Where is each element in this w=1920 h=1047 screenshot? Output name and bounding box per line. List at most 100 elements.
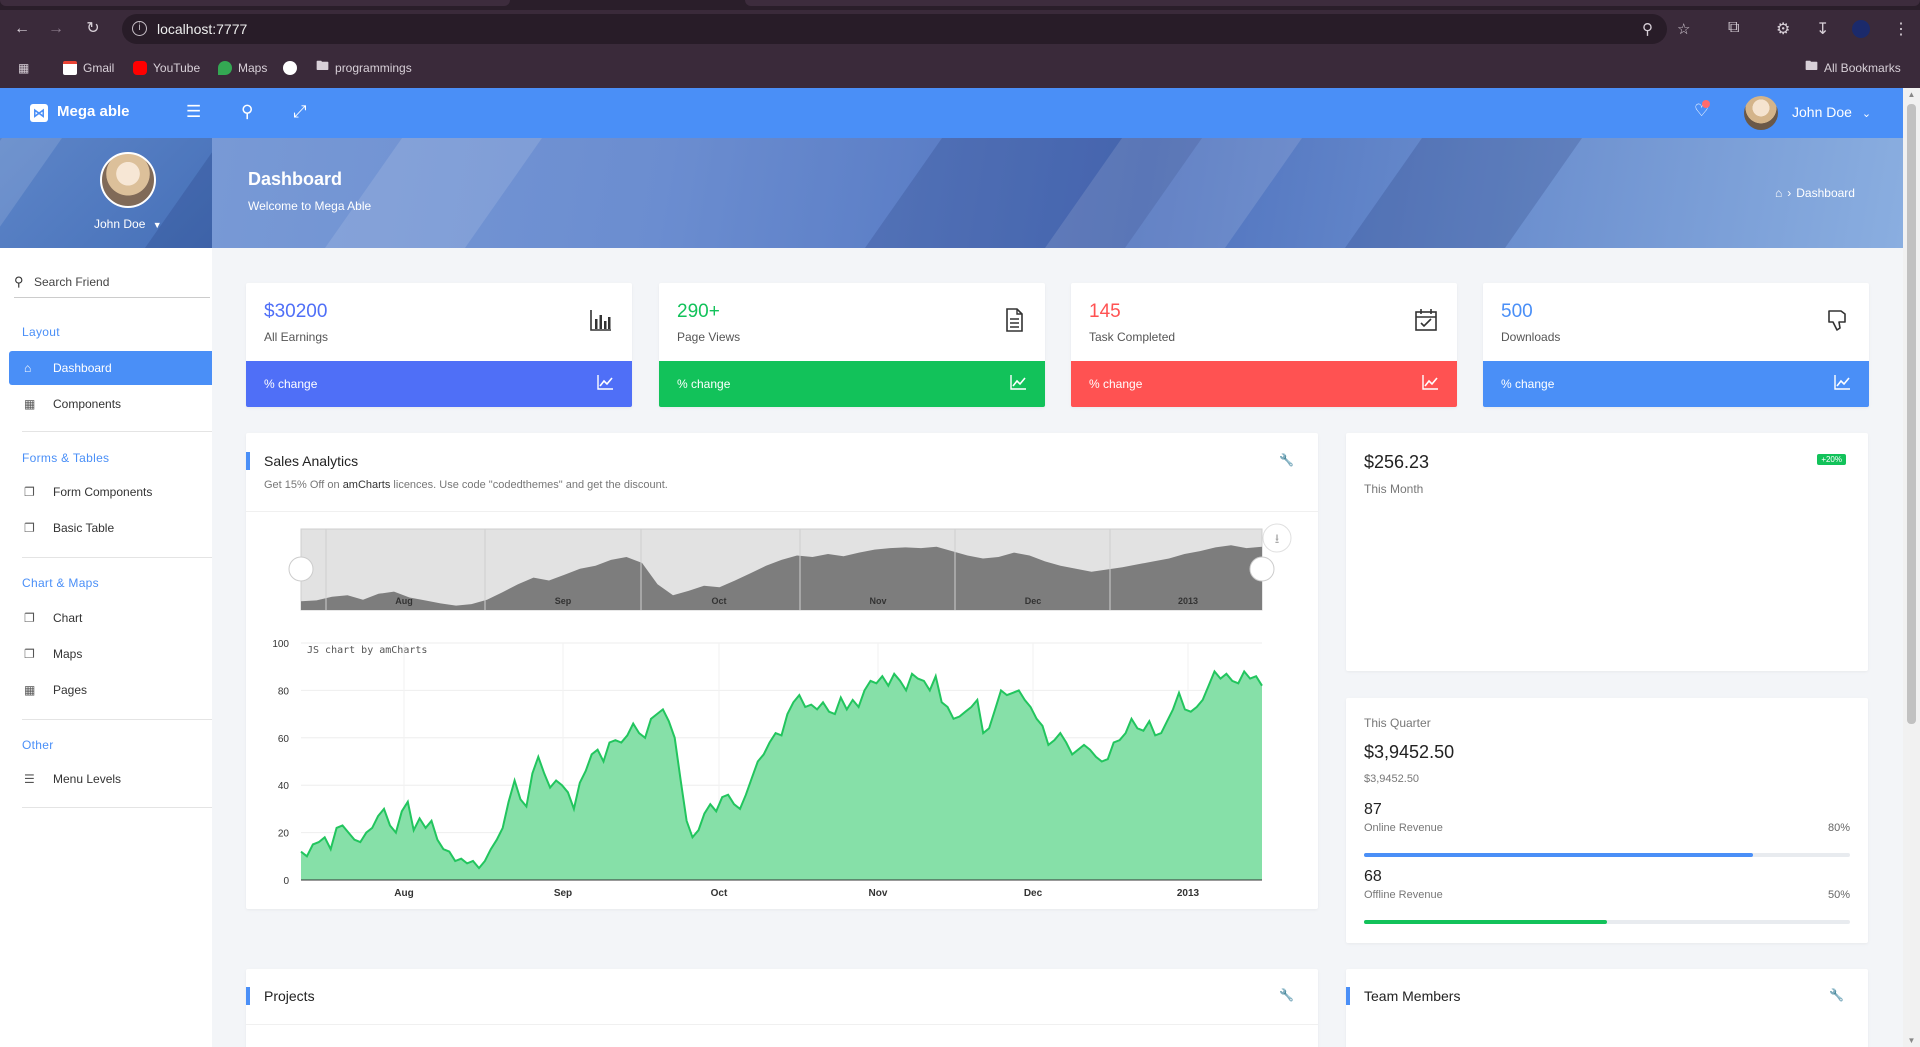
sidebar-item-pages[interactable]: ▦ Pages (9, 673, 212, 707)
this-month-card: $256.23 This Month +20% (1346, 433, 1868, 671)
stat-footer: % change (246, 361, 632, 407)
y-tick-label: 100 (272, 639, 289, 650)
notification-badge (1702, 100, 1710, 108)
offline-progress-fill (1364, 920, 1607, 924)
stat-label: Downloads (1501, 330, 1561, 344)
banner-decoration (0, 138, 77, 248)
maps-icon (218, 61, 232, 75)
sales-area-chart[interactable]: ⭳ 0 20 40 60 80 100 JS chart by amCharts Aug Aug S… (246, 513, 1318, 903)
fullscreen-icon[interactable]: ⤢ (293, 102, 307, 122)
bookmark-github[interactable] (283, 60, 297, 76)
stat-footer: % change (1071, 361, 1457, 407)
breadcrumb-dashboard[interactable]: Dashboard (1796, 186, 1855, 200)
site-info-icon[interactable]: i (132, 21, 147, 36)
stat-value: 145 (1089, 301, 1121, 322)
sidebar-item-form-components[interactable]: ❐ Form Components (9, 475, 212, 509)
address-url[interactable]: localhost:7777 (157, 21, 247, 37)
header-avatar[interactable] (1744, 96, 1778, 130)
search-friend-input[interactable]: ⚲ Search Friend (14, 272, 210, 298)
sidebar-item-components[interactable]: ▦ Components (9, 387, 212, 421)
projects-card: Projects 🔧 (246, 969, 1318, 1047)
page-scrollbar[interactable]: ▲ ▼ (1903, 88, 1920, 1047)
forward-icon[interactable]: → (46, 19, 66, 39)
nav-divider (22, 719, 212, 720)
sidebar-profile: John Doe ▼ (0, 138, 212, 248)
card-accent (246, 987, 250, 1005)
this-quarter-card: This Quarter $3,9452.50 $3,9452.50 87 On… (1346, 698, 1868, 943)
sidebar-item-menu-levels[interactable]: ☰ Menu Levels (9, 762, 212, 796)
y-tick-label: 20 (278, 829, 290, 840)
sidebar-item-chart[interactable]: ❐ Chart (9, 601, 212, 635)
bookmark-youtube[interactable]: YouTube (133, 60, 200, 76)
extension-icon[interactable]: ⚙ (1776, 19, 1790, 39)
sidebar-item-maps[interactable]: ❐ Maps (9, 637, 212, 671)
wrench-icon[interactable]: 🔧 (1829, 988, 1844, 1002)
stat-label: Task Completed (1089, 330, 1176, 344)
layers-icon: ❐ (24, 647, 35, 661)
reload-icon[interactable]: ↻ (83, 19, 103, 39)
breadcrumb: ⌂ › Dashboard (1775, 186, 1855, 200)
bookmark-star-icon[interactable]: ☆ (1677, 20, 1690, 38)
bookmark-maps[interactable]: Maps (218, 60, 267, 76)
quarter-value: $3,9452.50 (1364, 742, 1455, 762)
stat-label: Page Views (677, 330, 741, 344)
online-pct: 80% (1827, 822, 1850, 834)
stat-value: 290+ (677, 301, 720, 322)
wrench-icon[interactable]: 🔧 (1279, 988, 1294, 1002)
sales-area (301, 671, 1262, 880)
gmail-icon (63, 61, 77, 75)
nav-divider (22, 431, 212, 432)
search-icon[interactable]: ⚲ (241, 102, 253, 122)
folder-icon: 🖿 (316, 58, 330, 73)
sidebar-item-basic-table[interactable]: ❐ Basic Table (9, 511, 212, 545)
online-value: 87 (1364, 801, 1382, 818)
page-subtitle: Welcome to Mega Able (248, 199, 372, 213)
grid-icon: ▦ (24, 683, 36, 697)
layers-icon: ❐ (24, 485, 35, 499)
trend-icon (597, 375, 613, 390)
menu-toggle-icon[interactable]: ☰ (186, 102, 201, 122)
growth-badge: +20% (1817, 454, 1846, 465)
stat-footer: % change (659, 361, 1045, 407)
browser-tab-strip (0, 0, 1920, 10)
banner-decoration (303, 138, 557, 248)
app-logo[interactable]: Mega able (57, 103, 130, 120)
address-bar[interactable]: i localhost:7777 ⚲ ☆ (122, 14, 1690, 44)
browser-menu-icon[interactable]: ⋮ (1893, 19, 1909, 39)
sidebar-item-dashboard[interactable]: ⌂ Dashboard (9, 351, 212, 385)
profile-avatar[interactable] (100, 152, 156, 208)
card-title: Team Members (1364, 988, 1461, 1004)
online-progress (1364, 853, 1850, 857)
apps-grid-icon[interactable]: ▦ (18, 60, 29, 76)
thumbs-down-icon (1828, 310, 1846, 331)
nav-caption-chart-maps: Chart & Maps (22, 576, 99, 590)
trend-icon (1422, 375, 1438, 390)
home-icon[interactable]: ⌂ (1775, 186, 1782, 200)
back-icon[interactable]: ← (12, 19, 32, 39)
offline-value: 68 (1364, 868, 1382, 885)
bookmark-gmail[interactable]: Gmail (63, 60, 114, 76)
promo-link[interactable]: amCharts (343, 479, 391, 491)
profile-name[interactable]: John Doe ▼ (94, 217, 162, 231)
quarter-sub: $3,9452.50 (1364, 773, 1420, 785)
trend-icon (1010, 375, 1026, 390)
browser-tab[interactable] (0, 0, 510, 6)
all-bookmarks[interactable]: 🖿 All Bookmarks (1805, 58, 1901, 76)
download-icon: ⭳ (1275, 532, 1280, 547)
stat-value: 500 (1501, 301, 1533, 322)
sidebar: ⚲ Search Friend Layout ⌂ Dashboard ▦ Com… (0, 248, 212, 1047)
navigator-left-handle (288, 556, 314, 582)
profile-avatar[interactable] (1852, 20, 1870, 38)
youtube-icon (133, 61, 147, 75)
scroll-down-icon[interactable]: ▼ (1907, 1036, 1916, 1045)
extensions-icon[interactable]: ⧉ (1728, 19, 1739, 37)
scroll-up-icon[interactable]: ▲ (1907, 90, 1916, 99)
header-user-name[interactable]: John Doe ⌄ (1792, 104, 1871, 120)
browser-tab[interactable] (745, 0, 1920, 6)
bookmark-programmings[interactable]: 🖿 programmings (316, 58, 412, 76)
x-tick-label: Nov (869, 888, 888, 899)
scroll-thumb[interactable] (1907, 104, 1916, 724)
wrench-icon[interactable]: 🔧 (1279, 453, 1294, 467)
zoom-icon[interactable]: ⚲ (1642, 20, 1653, 38)
download-icon[interactable]: ↧ (1816, 19, 1829, 39)
